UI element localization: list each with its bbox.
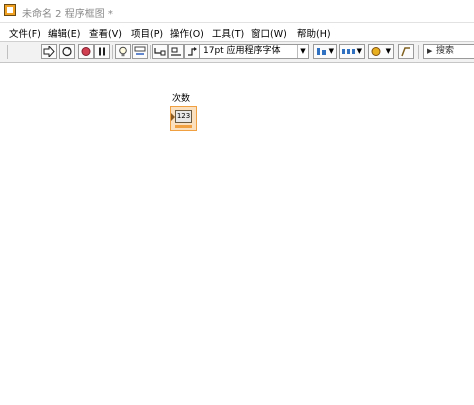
chevron-down-icon: ▼	[356, 47, 362, 55]
search-placeholder: 搜索	[436, 46, 455, 56]
block-diagram-canvas[interactable]	[0, 63, 474, 405]
align-objects-dropdown[interactable]: ▼	[313, 44, 337, 59]
numeric-control-terminal[interactable]: 123	[170, 106, 197, 131]
window-title: 未命名 2 程序框图 *	[22, 9, 113, 20]
abort-icon[interactable]	[78, 44, 94, 59]
menu-bar: 文件(F) 编辑(E) 查看(V) 项目(P) 操作(O) 工具(T) 窗口(W…	[0, 23, 474, 42]
menu-project[interactable]: 项目(P)	[131, 26, 163, 40]
menu-window[interactable]: 窗口(W)	[251, 26, 287, 40]
menu-help[interactable]: 帮助(H)	[297, 26, 331, 40]
distribute-objects-dropdown[interactable]: ▼	[339, 44, 365, 59]
pause-icon[interactable]	[94, 44, 110, 59]
retain-wire-values-icon[interactable]	[132, 44, 148, 59]
clean-up-diagram-icon[interactable]	[398, 44, 414, 59]
chevron-down-icon: ▼	[297, 45, 308, 58]
run-continuously-icon[interactable]	[59, 44, 75, 59]
labview-app-icon	[4, 4, 16, 16]
font-select-value: 17pt 应用程序字体	[203, 46, 281, 56]
toolbar-grip	[7, 45, 8, 59]
terminal-bar	[175, 125, 192, 128]
run-arrow-icon[interactable]	[41, 44, 57, 59]
step-over-icon[interactable]	[168, 44, 184, 59]
highlight-execution-icon[interactable]	[115, 44, 131, 59]
control-label: 次数	[172, 94, 191, 104]
search-input[interactable]: ▶ 搜索	[423, 44, 474, 59]
menu-edit[interactable]: 编辑(E)	[48, 26, 80, 40]
menu-file[interactable]: 文件(F)	[9, 26, 41, 40]
chevron-down-icon: ▼	[328, 47, 334, 55]
numeric-value: 123	[175, 110, 192, 123]
font-select[interactable]: 17pt 应用程序字体 ▼	[199, 44, 309, 59]
step-into-icon[interactable]	[152, 44, 168, 59]
step-out-icon[interactable]	[184, 44, 200, 59]
toolbar: 17pt 应用程序字体 ▼ ▼ ▼ ▼ ▶ 搜索	[0, 42, 474, 63]
menu-view[interactable]: 查看(V)	[89, 26, 122, 40]
menu-tools[interactable]: 工具(T)	[212, 26, 244, 40]
chevron-down-icon: ▼	[385, 47, 391, 55]
menu-operate[interactable]: 操作(O)	[170, 26, 204, 40]
chevron-right-icon: ▶	[427, 47, 433, 55]
reorder-dropdown[interactable]: ▼	[368, 44, 394, 59]
title-bar: 未命名 2 程序框图 *	[0, 0, 474, 23]
